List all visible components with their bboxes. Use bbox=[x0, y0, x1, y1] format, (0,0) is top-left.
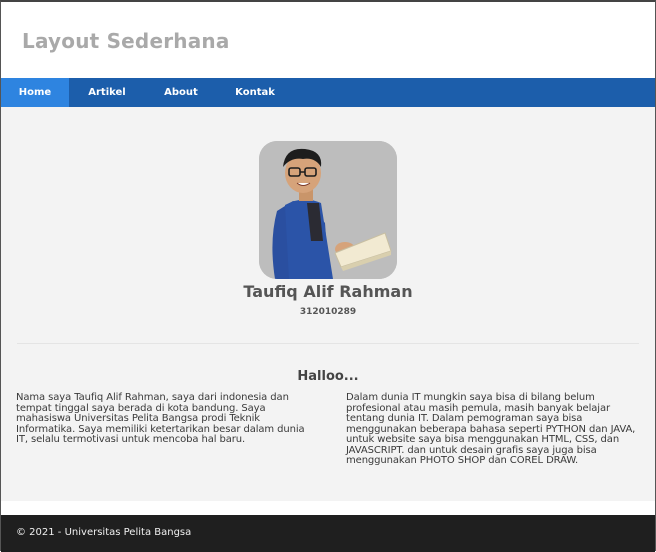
section-divider bbox=[17, 343, 639, 344]
page-frame: Layout Sederhana Home Artikel About Kont… bbox=[0, 0, 656, 552]
greeting-heading: Halloo... bbox=[297, 369, 359, 384]
site-title: Layout Sederhana bbox=[22, 29, 230, 53]
nav-item-home[interactable]: Home bbox=[1, 78, 69, 107]
profile-name: Taufiq Alif Rahman bbox=[243, 282, 413, 301]
profile-photo bbox=[259, 141, 397, 279]
nav-item-about[interactable]: About bbox=[145, 78, 217, 107]
intro-paragraph-left: Nama saya Taufiq Alif Rahman, saya dari … bbox=[16, 392, 305, 445]
intro-paragraph-right: Dalam dunia IT mungkin saya bisa di bila… bbox=[346, 392, 636, 466]
main-content: Taufiq Alif Rahman 312010289 Halloo... N… bbox=[1, 107, 655, 501]
main-nav: Home Artikel About Kontak bbox=[1, 78, 655, 107]
nav-item-kontak[interactable]: Kontak bbox=[217, 78, 293, 107]
nav-item-artikel[interactable]: Artikel bbox=[69, 78, 145, 107]
footer-copyright: © 2021 - Universitas Pelita Bangsa bbox=[16, 527, 192, 538]
profile-photo-image bbox=[259, 141, 397, 279]
profile-nim: 312010289 bbox=[299, 307, 357, 317]
site-footer: © 2021 - Universitas Pelita Bangsa bbox=[1, 515, 655, 552]
site-header: Layout Sederhana bbox=[1, 2, 655, 78]
